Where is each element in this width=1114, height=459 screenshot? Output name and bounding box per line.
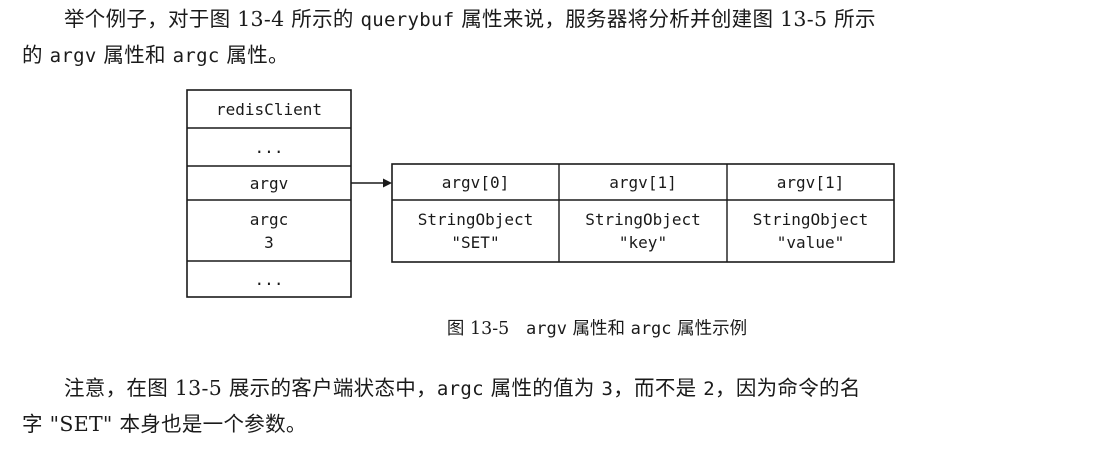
client-ellipsis-top-cell: ...	[187, 128, 351, 166]
argv-object-type: StringObject	[752, 210, 869, 229]
argv-header: argv[0]	[441, 172, 510, 192]
client-argc-cell: argc 3	[187, 200, 351, 261]
client-ellipsis-bottom-cell: ...	[187, 261, 351, 297]
client-argc-label: argc	[249, 209, 289, 229]
caption-number: 图 13-5	[446, 319, 510, 339]
argv-object-type: StringObject	[585, 210, 701, 229]
argv-header-cell: argv[1]	[727, 164, 894, 200]
caption-text: 属性和	[566, 319, 631, 339]
note-text: 字 "SET" 本身也是一个参数。	[22, 412, 307, 436]
argv-object-value: "key"	[618, 233, 668, 252]
argv-header-cell: argv[1]	[559, 164, 727, 200]
client-ellipsis: ...	[254, 269, 284, 289]
argv-header-cell: argv[0]	[392, 164, 559, 200]
client-argc-value: 3	[264, 232, 274, 252]
note-paragraph: 注意，在图 13-5 展示的客户端状态中，argc 属性的值为 3，而不是 2，…	[22, 370, 1097, 442]
argv-header: argv[1]	[609, 172, 677, 192]
caption-code-argc: argc	[630, 319, 672, 339]
client-ellipsis: ...	[254, 137, 284, 157]
client-argv-label: argv	[249, 173, 289, 193]
client-title-cell: redisClient	[187, 90, 351, 128]
code-number: 3	[601, 378, 614, 400]
argv-object-value: "value"	[776, 233, 845, 252]
argv-header: argv[1]	[776, 172, 845, 192]
note-text: 注意，在图 13-5 展示的客户端状态中，	[64, 376, 437, 400]
note-line-1: 注意，在图 13-5 展示的客户端状态中，argc 属性的值为 3，而不是 2，…	[22, 370, 1097, 406]
argv-object-cell: StringObject "key"	[559, 200, 727, 262]
note-text: ，而不是	[613, 376, 704, 400]
argv-object-value: "SET"	[451, 233, 500, 252]
caption-text: 属性示例	[671, 319, 748, 339]
code-argc: argc	[436, 378, 484, 400]
argv-arrow-head	[383, 178, 392, 188]
caption-code-argv: argv	[525, 319, 567, 339]
figure-caption: 图 13-5 argv 属性和 argc 属性示例	[0, 316, 1114, 342]
argv-object-cell: StringObject "SET"	[392, 200, 559, 262]
note-text: ，因为命令的名	[715, 376, 861, 400]
note-line-2: 字 "SET" 本身也是一个参数。	[22, 406, 1097, 442]
client-argv-cell: argv	[187, 166, 351, 200]
client-title: redisClient	[216, 99, 322, 119]
argv-object-cell: StringObject "value"	[727, 200, 894, 262]
argv-object-type: StringObject	[417, 210, 534, 229]
code-number: 2	[703, 378, 716, 400]
note-text: 属性的值为	[483, 376, 602, 400]
